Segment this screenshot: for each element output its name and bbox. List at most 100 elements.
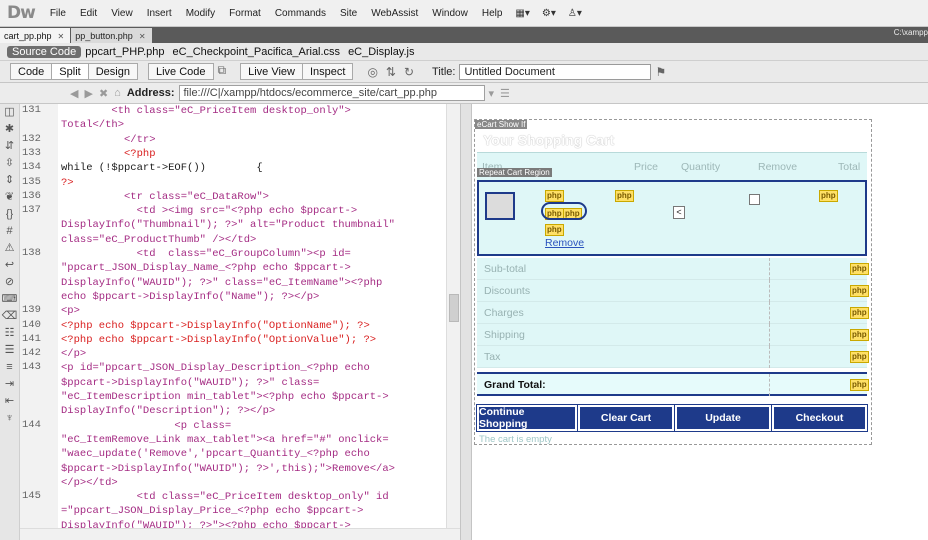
address-input[interactable]: file:///C|/xampp/htdocs/ecommerce_site/c… xyxy=(178,85,485,101)
expand-all-icon[interactable]: ⇕ xyxy=(0,172,19,189)
collapse-tag-icon[interactable]: ⇵ xyxy=(0,138,19,155)
recent-snippets-icon[interactable]: ☰ xyxy=(0,342,19,359)
code-line: <td class="eC_PriceItem desktop_only" id xyxy=(61,491,389,504)
extend-menu-icon[interactable]: ⚙▾ xyxy=(536,8,562,19)
syntax-error-icon[interactable]: ⊘ xyxy=(0,274,19,291)
home-icon[interactable]: ⌂ xyxy=(114,87,121,99)
address-bar: ◀ ▶ ✖ ⌂ Address: file:///C|/xampp/htdocs… xyxy=(0,83,928,104)
format-source-icon[interactable]: ♆ xyxy=(0,410,19,427)
split-divider[interactable] xyxy=(460,104,472,540)
code-line: <?php echo $ppcart->DisplayInfo("OptionV… xyxy=(61,333,377,346)
document-toolbar: Code Split Design Live Code ⧉ Live View … xyxy=(0,60,928,83)
line-number: 131 xyxy=(22,104,41,116)
scrollbar-thumb[interactable] xyxy=(449,294,459,322)
indent-icon[interactable]: ⇥ xyxy=(0,376,19,393)
code-vertical-scrollbar[interactable] xyxy=(446,104,460,528)
design-view-button[interactable]: Design xyxy=(88,63,138,80)
related-file-ppcart[interactable]: ppcart_PHP.php xyxy=(81,46,168,58)
site-menu-icon[interactable]: ♙▾ xyxy=(562,8,588,19)
address-dropdown-icon[interactable]: ▾ xyxy=(489,87,495,100)
inspect-button[interactable]: Inspect xyxy=(302,63,354,80)
select-parent-tag-icon[interactable]: ❦ xyxy=(0,189,19,206)
menu-webassist[interactable]: WebAssist xyxy=(364,8,425,19)
code-line: "eC_ItemRemove_Link max_tablet"><a href=… xyxy=(61,433,389,446)
menu-format[interactable]: Format xyxy=(222,8,268,19)
close-icon[interactable]: ✕ xyxy=(58,32,65,41)
php-icon: php xyxy=(545,224,564,236)
show-code-navigator-icon[interactable]: ✱ xyxy=(0,121,19,138)
remove-comment-icon[interactable]: ⌫ xyxy=(0,308,19,325)
update-button[interactable]: Update xyxy=(674,404,772,432)
stop-icon[interactable]: ✖ xyxy=(99,87,108,100)
grand-total-row: Grand Total: php xyxy=(477,372,869,396)
line-number: 136 xyxy=(22,189,41,202)
menu-insert[interactable]: Insert xyxy=(140,8,179,19)
remove-link[interactable]: Remove xyxy=(545,237,584,249)
menu-edit[interactable]: Edit xyxy=(73,8,104,19)
forward-icon[interactable]: ▶ xyxy=(84,87,92,100)
split-view-button[interactable]: Split xyxy=(52,63,89,80)
menu-view[interactable]: View xyxy=(104,8,140,19)
code-editor[interactable]: <th class="eC_PriceItem desktop_only"> T… xyxy=(58,104,446,528)
tab-label: pp_button.php xyxy=(75,31,133,41)
tab-cart-pp[interactable]: cart_pp.php ✕ xyxy=(0,28,71,43)
word-wrap-icon[interactable]: ↩ xyxy=(0,257,19,274)
header-total: Total xyxy=(838,161,861,173)
related-file-js[interactable]: eC_Display.js xyxy=(344,46,418,58)
code-view-button[interactable]: Code xyxy=(10,63,53,80)
live-code-button[interactable]: Live Code xyxy=(147,63,214,80)
browser-preview-icon[interactable]: ◎ xyxy=(367,65,377,79)
line-numbers-icon[interactable]: # xyxy=(0,223,19,240)
balance-braces-icon[interactable]: {} xyxy=(0,206,19,223)
back-icon[interactable]: ◀ xyxy=(70,87,78,100)
menu-file[interactable]: File xyxy=(43,8,73,19)
code-line: DisplayInfo("WAUID"); ?>" class="eC_Item… xyxy=(61,276,383,289)
view-options-icon[interactable]: ☰ xyxy=(500,87,510,100)
code-horizontal-scrollbar[interactable] xyxy=(20,528,460,540)
preview-icon[interactable]: ⧉ xyxy=(218,63,227,80)
line-number: 132 xyxy=(22,132,41,145)
check-page-icon[interactable]: ⚑ xyxy=(655,65,666,79)
code-line: <?php echo $ppcart->DisplayInfo("OptionN… xyxy=(61,319,370,332)
close-icon[interactable]: ✕ xyxy=(139,32,146,41)
code-line: <?php xyxy=(61,147,156,160)
outdent-icon[interactable]: ⇤ xyxy=(0,393,19,410)
apply-comment-icon[interactable]: ⌨ xyxy=(0,291,19,308)
menu-modify[interactable]: Modify xyxy=(179,8,222,19)
menu-window[interactable]: Window xyxy=(425,8,475,19)
column-divider xyxy=(769,324,770,346)
highlight-invalid-icon[interactable]: ⚠ xyxy=(0,240,19,257)
title-input[interactable]: Untitled Document xyxy=(459,63,652,80)
cart-item-row[interactable]: php php php php Remove php < php xyxy=(477,180,867,256)
related-file-css[interactable]: eC_Checkpoint_Pacifica_Arial.css xyxy=(169,46,345,58)
line-number: 140 xyxy=(22,318,41,331)
move-css-icon[interactable]: ≡ xyxy=(0,359,19,376)
continue-shopping-button[interactable]: Continue Shopping xyxy=(476,404,578,432)
tax-row: Tax php xyxy=(477,346,869,368)
tab-pp-button[interactable]: pp_button.php ✕ xyxy=(71,28,152,43)
checkout-button[interactable]: Checkout xyxy=(771,404,868,432)
design-view[interactable]: eCart Show If Your Shopping Cart Item Pr… xyxy=(472,104,928,540)
remove-checkbox[interactable] xyxy=(749,194,760,205)
repeat-region-tag: Repeat Cart Region xyxy=(477,168,552,177)
menu-commands[interactable]: Commands xyxy=(268,8,333,19)
php-icon: php xyxy=(850,351,869,363)
open-documents-icon[interactable]: ◫ xyxy=(0,104,19,121)
line-number: 137 xyxy=(22,204,41,217)
menu-help[interactable]: Help xyxy=(475,8,510,19)
related-file-source-code[interactable]: Source Code xyxy=(7,45,82,58)
header-quantity: Quantity xyxy=(681,161,721,173)
line-numbers: 131 132 133 134 135 136 137 138 139 140 … xyxy=(20,104,58,528)
wrap-tag-icon[interactable]: ☷ xyxy=(0,325,19,342)
menu-site[interactable]: Site xyxy=(333,8,364,19)
collapse-selection-icon[interactable]: ⇳ xyxy=(0,155,19,172)
line-number: 139 xyxy=(22,304,41,317)
column-divider xyxy=(769,346,770,368)
charges-row: Charges php xyxy=(477,302,869,324)
file-management-icon[interactable]: ⇅ xyxy=(386,65,396,79)
clear-cart-button[interactable]: Clear Cart xyxy=(577,404,675,432)
layout-menu-icon[interactable]: ▦▾ xyxy=(509,8,535,19)
live-view-button[interactable]: Live View xyxy=(240,63,303,80)
refresh-icon[interactable]: ↻ xyxy=(404,65,414,79)
quantity-input[interactable]: < xyxy=(673,206,685,219)
